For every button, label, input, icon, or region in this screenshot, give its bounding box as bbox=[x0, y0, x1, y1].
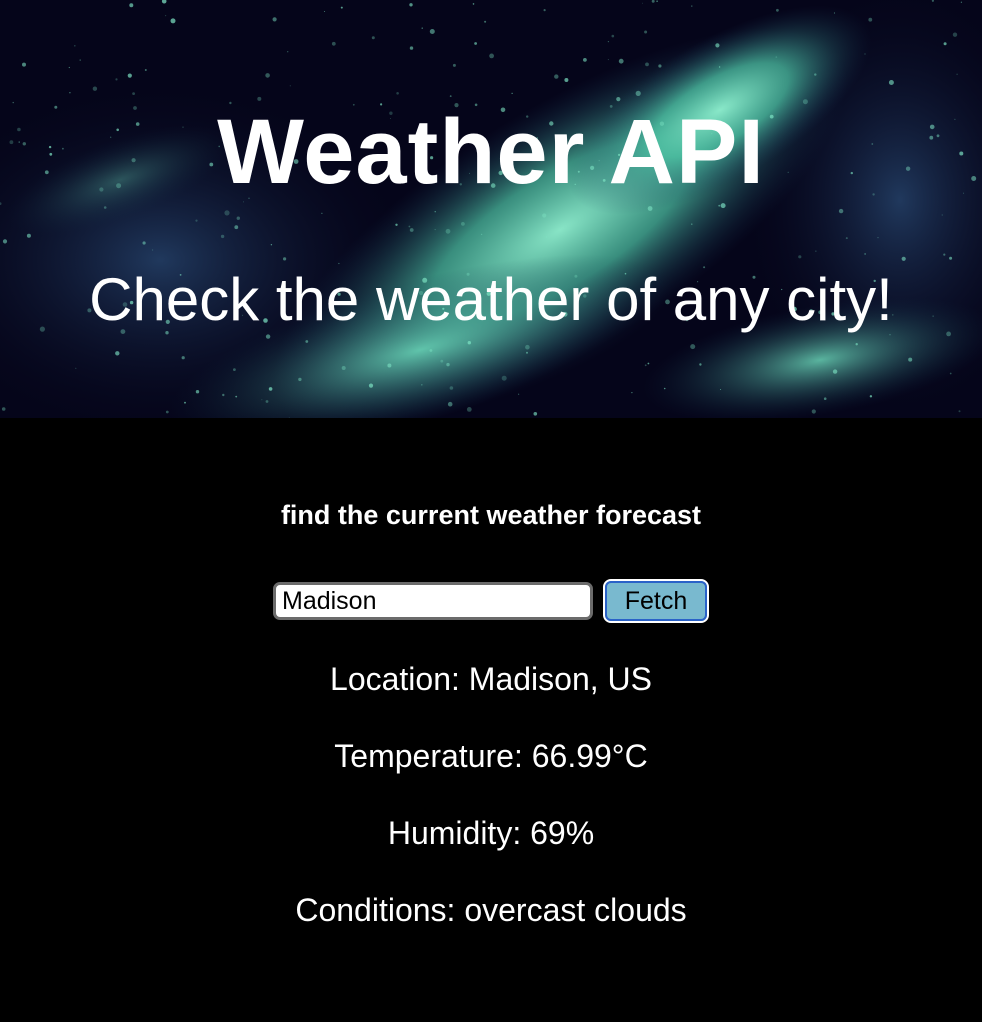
page-subtitle: Check the weather of any city! bbox=[89, 266, 893, 333]
page-title: Weather API bbox=[217, 101, 765, 203]
temperature-result: Temperature: 66.99°C bbox=[334, 738, 648, 774]
search-prompt: find the current weather forecast bbox=[280, 500, 702, 530]
fetch-button[interactable]: Fetch bbox=[603, 579, 709, 623]
location-result: Location: Madison, US bbox=[330, 661, 652, 697]
weather-panel: find the current weather forecast Fetch … bbox=[0, 418, 982, 1022]
humidity-result: Humidity: 69% bbox=[387, 815, 595, 851]
city-search-input[interactable] bbox=[273, 582, 593, 620]
conditions-result: Conditions: overcast clouds bbox=[295, 892, 687, 928]
search-form: Fetch bbox=[0, 579, 982, 623]
hero-banner: Weather API Check the weather of any cit… bbox=[0, 0, 982, 418]
hero-background-image bbox=[0, 0, 982, 418]
